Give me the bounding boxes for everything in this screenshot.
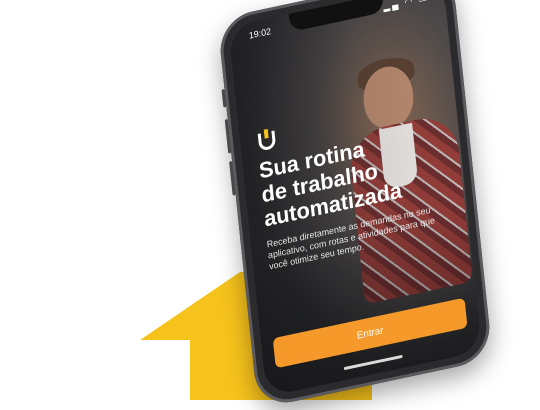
app-screen: 19:02 ▂▄ ◠ ▭ Sua rotina de trabalho auto…	[227, 0, 483, 397]
phone-mockup: 19:02 ▂▄ ◠ ▭ Sua rotina de trabalho auto…	[217, 0, 493, 409]
u-logo-icon	[257, 128, 276, 150]
status-time: 19:02	[248, 26, 272, 41]
